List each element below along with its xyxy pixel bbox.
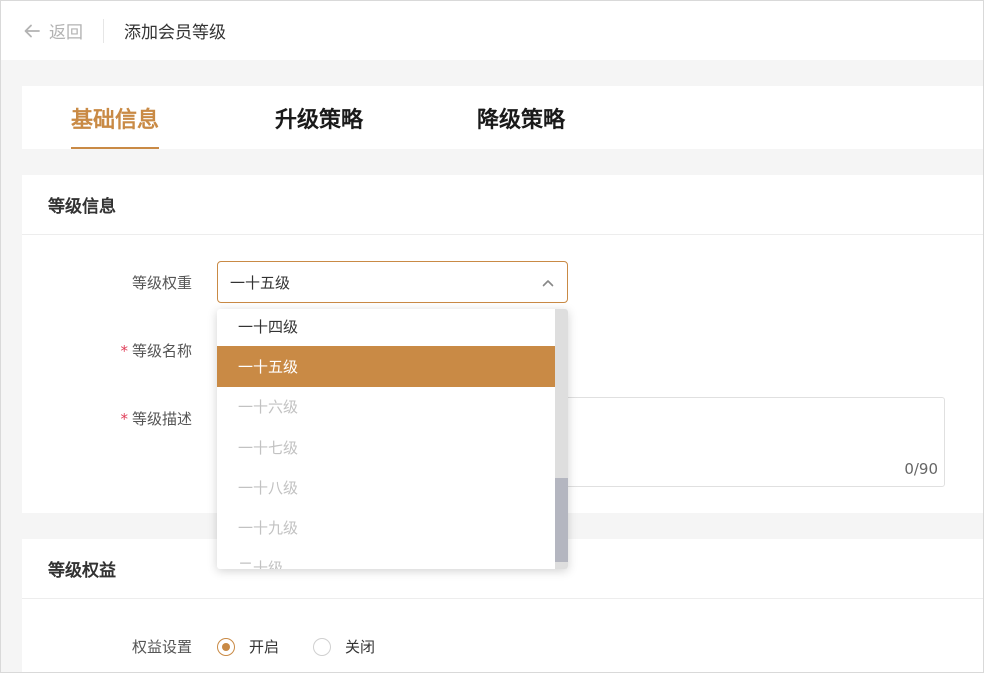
benefit-setting-label: 权益设置 — [131, 638, 192, 656]
weight-select[interactable]: 一十五级 — [217, 261, 568, 303]
tab-downgrade-strategy[interactable]: 降级策略 — [477, 86, 565, 149]
arrow-left-icon — [24, 24, 40, 37]
tab-upgrade-strategy[interactable]: 升级策略 — [275, 86, 363, 149]
back-button[interactable]: 返回 — [23, 18, 83, 43]
radio-enable[interactable]: 开启 — [217, 636, 279, 657]
dropdown-option-disabled: 一十七级 — [238, 438, 299, 457]
required-mark: * — [120, 342, 128, 360]
weight-select-value: 一十五级 — [230, 273, 291, 292]
dropdown-option[interactable]: 一十四级 — [217, 309, 555, 346]
char-counter: 0/90 — [904, 460, 938, 478]
back-label: 返回 — [49, 23, 83, 43]
benefit-radio-group: 开启 关闭 — [217, 636, 409, 657]
divider — [103, 18, 104, 43]
radio-checked-icon — [217, 637, 235, 656]
level-info-title: 等级信息 — [22, 175, 984, 235]
dropdown-option-selected[interactable]: 一十五级 — [217, 346, 555, 387]
name-label: * 等级名称 — [22, 340, 192, 361]
required-mark: * — [120, 410, 128, 428]
dropdown-scrollbar[interactable] — [555, 309, 568, 569]
scrollbar-thumb[interactable] — [555, 478, 568, 562]
chevron-up-icon — [542, 280, 554, 287]
dropdown-option-disabled: 一十八级 — [238, 478, 299, 497]
radio-disable-label: 关闭 — [345, 638, 376, 656]
tab-bar: 基础信息 升级策略 降级策略 — [22, 86, 984, 149]
top-bar: 返回 添加会员等级 — [1, 1, 983, 60]
name-label-text: 等级名称 — [131, 342, 192, 360]
dropdown-option-disabled: 一十六级 — [238, 398, 299, 417]
dropdown-option-disabled: 一十九级 — [238, 519, 299, 538]
desc-label-text: 等级描述 — [131, 410, 192, 428]
desc-label: * 等级描述 — [22, 408, 192, 429]
dropdown-list: 一十四级 一十五级 一十六级 一十七级 一十八级 一十九级 二十级 — [217, 309, 555, 569]
radio-unchecked-icon — [313, 637, 332, 656]
tab-basic-info[interactable]: 基础信息 — [71, 86, 160, 149]
dropdown-option-disabled: 二十级 — [238, 559, 284, 569]
weight-label: 等级权重 — [131, 274, 192, 292]
description-textarea[interactable]: 0/90 — [562, 397, 945, 487]
radio-disable[interactable]: 关闭 — [313, 636, 375, 657]
weight-dropdown: 一十四级 一十五级 一十六级 一十七级 一十八级 一十九级 二十级 — [217, 309, 568, 569]
page-title: 添加会员等级 — [124, 23, 226, 43]
radio-enable-label: 开启 — [249, 638, 280, 656]
